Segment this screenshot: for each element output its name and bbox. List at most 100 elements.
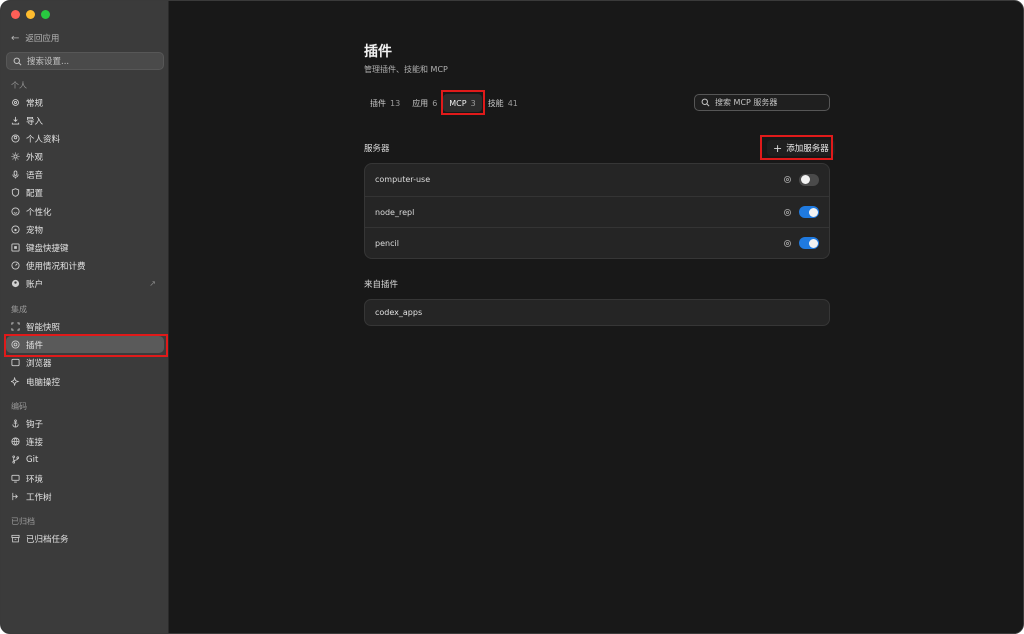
sun-icon [11,152,20,161]
sidebar-item-voice[interactable]: 语音 [6,166,164,183]
settings-search-input[interactable]: 搜索设置... [6,52,164,70]
section-title-coding: 编码 [11,402,27,411]
sidebar-item-label: 浏览器 [26,358,52,369]
sidebar-item-worktree[interactable]: 工作树 [6,488,164,505]
sidebar-item-archived-tasks[interactable]: 已归档任务 [6,530,164,547]
main-content: 插件 管理插件、技能和 MCP 插件 13 应用 6 MCP 3 技能 41 搜… [169,1,1023,633]
sidebar-item-label: 配置 [26,188,44,199]
close-window-button[interactable] [11,10,20,19]
monitor-icon [11,474,20,483]
minimize-window-button[interactable] [26,10,35,19]
plugin-server-name: codex_apps [375,308,423,317]
tab-label: MCP [449,98,467,108]
from-plugins-section-label: 来自插件 [364,280,399,290]
tab-count: 6 [432,98,438,108]
scan-icon [11,322,20,331]
sparkle-icon [11,377,20,386]
server-toggle-node-repl[interactable] [799,206,819,218]
toggle-knob [808,238,818,248]
toggle-knob [808,207,818,217]
archive-icon [11,534,20,543]
sidebar-item-label: 使用情况和计费 [26,261,86,272]
sidebar-item-label: Git [26,454,39,465]
sidebar-item-general[interactable]: 常规 [6,94,164,111]
add-server-button[interactable]: + 添加服务器 [767,140,835,156]
sidebar-item-git[interactable]: Git [6,451,164,468]
gear-icon[interactable] [783,239,792,248]
account-icon [11,279,20,288]
sidebar-item-label: 电脑操控 [26,377,61,388]
tab-count: 13 [390,98,401,108]
sidebar-item-smart-snapshot[interactable]: 智能快照 [6,318,164,335]
gear-icon[interactable] [783,175,792,184]
mcp-search-input[interactable]: 搜索 MCP 服务器 [694,94,830,111]
server-row-node-repl: node_repl [365,196,829,227]
sidebar-item-keyboard-shortcuts[interactable]: 键盘快捷键 [6,239,164,256]
tab-plugins[interactable]: 插件 13 [364,94,406,112]
shield-icon [11,188,20,197]
settings-sidebar: ← 返回应用 搜索设置... 个人 常规 导入 个人资料 外观 语音 配置 个性… [1,1,169,633]
sidebar-item-label: 外观 [26,152,44,163]
section-title-personal: 个人 [11,81,27,90]
microphone-icon [11,170,20,179]
keyboard-icon [11,243,20,252]
download-icon [11,116,20,125]
sidebar-item-label: 个人资料 [26,134,61,145]
plus-icon: + [773,141,783,155]
sidebar-item-label: 智能快照 [26,322,61,333]
sidebar-item-hooks[interactable]: 钩子 [6,415,164,432]
globe-icon [11,437,20,446]
sidebar-item-account[interactable]: 账户 ↗ [6,275,164,292]
mcp-search-placeholder: 搜索 MCP 服务器 [715,98,778,107]
server-toggle-pencil[interactable] [799,237,819,249]
back-to-app-link[interactable]: ← 返回应用 [11,32,59,45]
sidebar-item-label: 插件 [26,340,44,351]
sidebar-item-pets[interactable]: 宠物 [6,221,164,238]
window-controls [11,10,50,19]
browser-icon [11,358,20,367]
plugin-tabs: 插件 13 应用 6 MCP 3 技能 41 [364,94,524,112]
sidebar-item-personalization[interactable]: 个性化 [6,203,164,220]
server-row-pencil: pencil [365,227,829,258]
gear-icon[interactable] [783,208,792,217]
tab-count: 3 [470,98,476,108]
external-link-icon: ↗ [149,279,156,288]
sidebar-item-browser[interactable]: 浏览器 [6,354,164,371]
tab-label: 应用 [412,98,429,108]
sidebar-item-environment[interactable]: 环境 [6,470,164,487]
tab-mcp[interactable]: MCP 3 [443,94,482,112]
sidebar-item-label: 导入 [26,116,44,127]
sidebar-item-profile[interactable]: 个人资料 [6,130,164,147]
sidebar-item-connections[interactable]: 连接 [6,433,164,450]
sidebar-item-label: 工作树 [26,492,52,503]
plugin-icon [11,340,20,349]
section-title-integrations: 集成 [11,305,27,314]
paw-icon [11,225,20,234]
page-subtitle: 管理插件、技能和 MCP [364,65,448,74]
plugin-server-row-codex-apps[interactable]: codex_apps [364,299,830,326]
servers-section-label: 服务器 [364,144,390,154]
tab-skills[interactable]: 技能 41 [482,94,524,112]
sidebar-item-import[interactable]: 导入 [6,112,164,129]
sidebar-item-plugins[interactable]: 插件 [6,336,164,353]
server-toggle-computer-use[interactable] [799,173,819,186]
anchor-icon [11,419,20,428]
server-row-computer-use: computer-use [365,164,829,195]
arrow-left-icon: ← [11,32,20,44]
sidebar-item-usage-billing[interactable]: 使用情况和计费 [6,257,164,274]
tab-apps[interactable]: 应用 6 [406,94,443,112]
sidebar-item-appearance[interactable]: 外观 [6,148,164,165]
sidebar-item-label: 宠物 [26,225,44,236]
sidebar-item-label: 钩子 [26,419,44,430]
section-title-archived: 已归档 [11,517,35,526]
gauge-icon [11,261,20,270]
sidebar-item-computer-control[interactable]: 电脑操控 [6,373,164,390]
sidebar-item-config[interactable]: 配置 [6,184,164,201]
tab-count: 41 [507,98,518,108]
sidebar-item-label: 个性化 [26,207,52,218]
tab-label: 技能 [487,98,504,108]
sidebar-item-label: 键盘快捷键 [26,243,69,254]
server-name: computer-use [375,175,431,184]
search-icon [701,98,710,107]
zoom-window-button[interactable] [41,10,50,19]
